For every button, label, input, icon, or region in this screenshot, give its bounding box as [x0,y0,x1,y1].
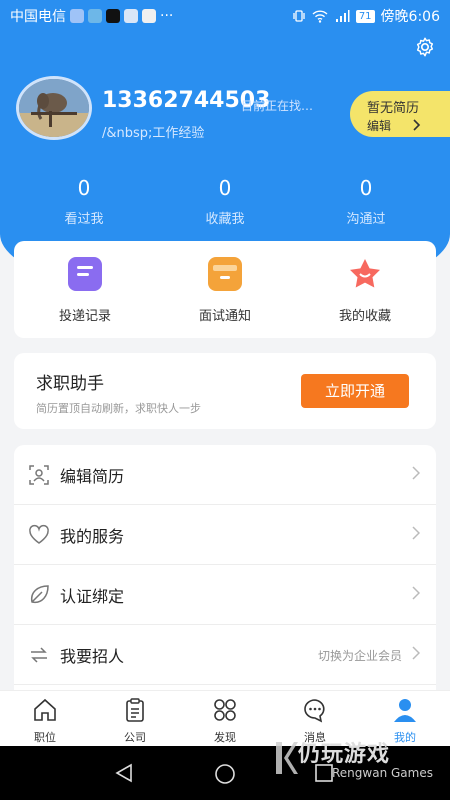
quick-actions-card: 投递记录 面试通知 我的收藏 [14,241,436,338]
tab-label: 发现 [214,731,236,744]
settings-menu: 编辑简历 我的服务 认证绑定 我要招人 切换为企业会员 [14,445,436,695]
work-experience-text: /&nbsp;工作经验 [102,126,205,141]
menu-item-my-services[interactable]: 我的服务 [14,505,436,565]
back-icon[interactable] [114,763,134,783]
chat-icon [304,699,325,723]
clock: 傍晚6:06 [380,9,440,25]
stat-label: 收藏我 [205,212,245,227]
resume-edit-label: 编辑 [367,119,392,133]
stat-label: 看过我 [64,212,104,227]
notification-app-icon [124,9,138,23]
resume-icon [29,465,49,485]
job-assistant-subtitle: 简历置顶自动刷新，求职快人一步 [36,402,201,415]
quick-action-label: 投递记录 [58,309,111,324]
notification-app-icon [88,9,102,23]
leaf-icon [30,585,49,604]
quick-action-interviews[interactable]: 面试通知 [165,257,285,324]
clipboard-icon [126,698,144,722]
activate-now-button[interactable]: 立即开通 [301,374,409,408]
stat-contacted[interactable]: 0 沟通过 [321,176,411,227]
menu-item-verification[interactable]: 认证绑定 [14,565,436,625]
chevron-right-icon [412,526,420,540]
edit-resume-button[interactable]: 暂无简历 编辑 [350,91,450,137]
stat-favorited-me[interactable]: 0 收藏我 [180,176,270,227]
chevron-right-icon [412,646,420,660]
stat-label: 沟通过 [346,212,386,227]
chevron-right-icon [413,119,421,131]
watermark-title: 仍玩游戏 [298,742,391,767]
watermark-logo-icon [276,742,298,774]
battery-indicator: 71 [355,9,375,23]
menu-item-label: 我要招人 [60,647,125,666]
quick-action-label: 面试通知 [198,309,251,324]
quick-action-applications[interactable]: 投递记录 [25,257,145,324]
signal-icon [335,9,350,22]
stat-value: 0 [77,176,91,200]
menu-item-label: 我的服务 [60,527,125,546]
tab-jobs[interactable]: 职位 [15,697,75,745]
stat-value: 0 [218,176,232,200]
tiktok-icon [106,9,120,23]
quick-action-label: 我的收藏 [338,309,391,324]
envelope-icon [208,257,242,291]
person-icon [394,699,416,722]
switch-icon [31,647,47,663]
resume-status-label: 暂无简历 [367,101,420,116]
job-assistant-title: 求职助手 [36,374,104,394]
watermark-subtitle: Rengwan Games [332,766,433,780]
home-icon [34,698,56,721]
job-search-status: 目前正在找… [241,99,314,113]
notification-app-icon [142,9,156,23]
chevron-right-icon [412,586,420,600]
quick-action-favorites[interactable]: 我的收藏 [305,257,425,324]
document-icon [68,257,102,291]
gear-icon[interactable] [414,36,436,58]
switch-to-enterprise-text: 切换为企业会员 [317,649,402,663]
menu-item-recruit[interactable]: 我要招人 切换为企业会员 [14,625,436,685]
carrier-label: 中国电信 [10,9,66,25]
menu-item-edit-resume[interactable]: 编辑简历 [14,445,436,505]
heart-icon [29,524,49,544]
job-assistant-card: 求职助手 简历置顶自动刷新，求职快人一步 立即开通 [14,353,436,429]
home-button-icon[interactable] [214,763,236,785]
stat-value: 0 [359,176,373,200]
star-icon [348,257,382,291]
status-bar: 中国电信 ··· 71 傍晚6:06 [0,0,450,32]
more-notifications-icon: ··· [160,8,174,24]
tab-label: 职位 [34,731,56,744]
avatar[interactable] [16,76,92,140]
vibrate-icon [293,10,305,22]
stat-viewed-me[interactable]: 0 看过我 [39,176,129,227]
chevron-right-icon [412,466,420,480]
elephant-avatar-image [19,79,89,137]
tab-companies[interactable]: 公司 [105,697,165,745]
grid-icon [214,699,236,721]
tab-discover[interactable]: 发现 [195,697,255,745]
menu-item-label: 认证绑定 [60,587,125,606]
menu-item-label: 编辑简历 [60,467,125,486]
wifi-icon [312,9,328,23]
notification-app-icon [70,9,84,23]
tab-label: 公司 [124,731,146,744]
